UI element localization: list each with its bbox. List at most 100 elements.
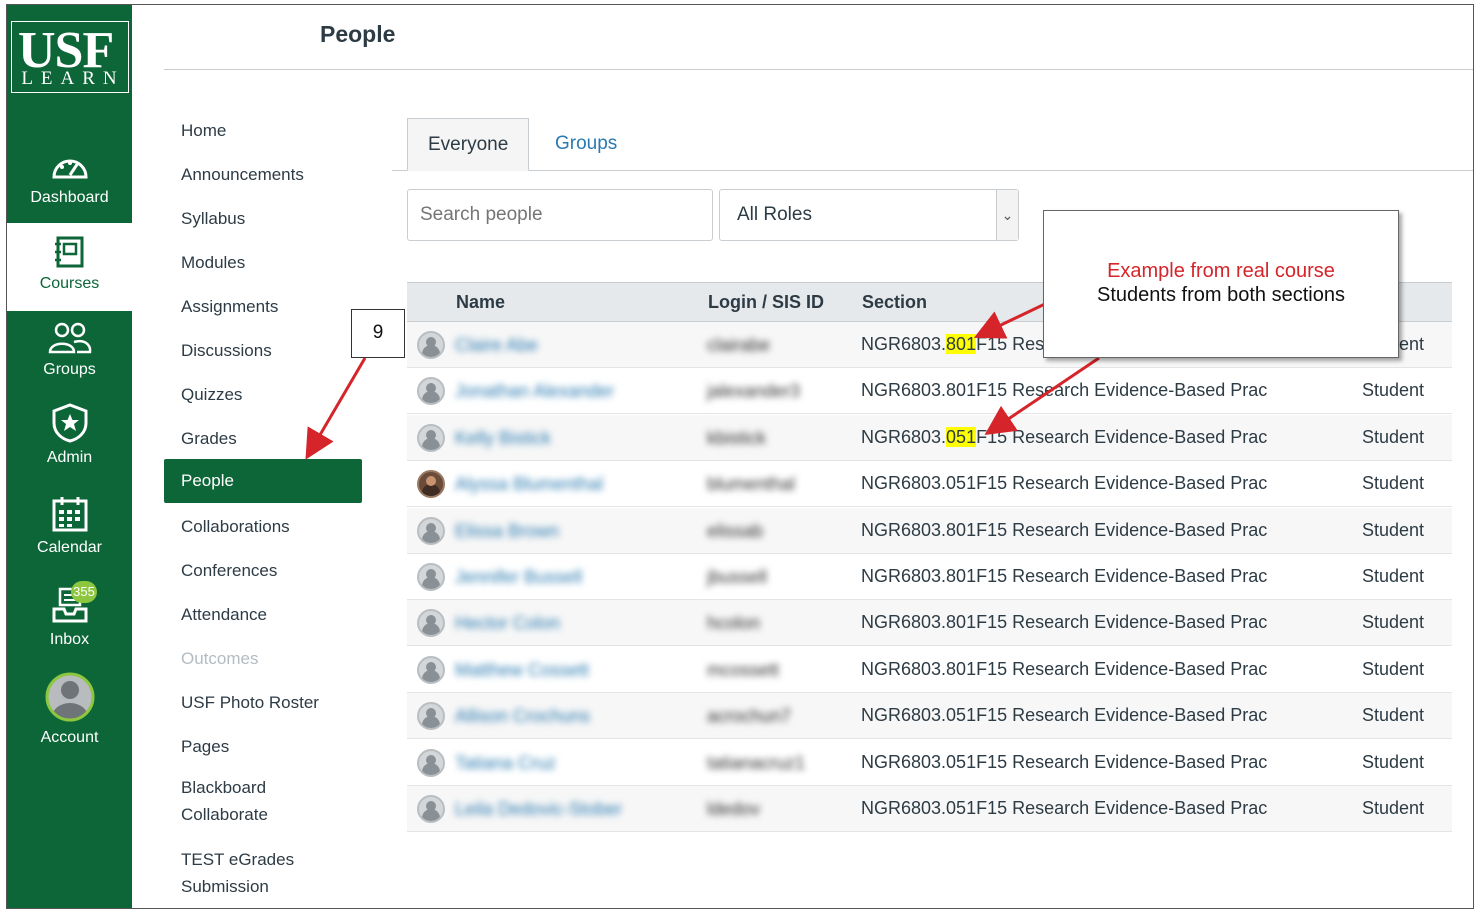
course-nav-home[interactable]: Home — [164, 109, 362, 153]
page-title: People — [320, 21, 396, 47]
role-cell: Student — [1362, 380, 1425, 401]
global-nav-calendar-label: Calendar — [37, 539, 102, 556]
avatar[interactable] — [417, 609, 445, 638]
avatar[interactable] — [417, 795, 445, 823]
student-name-link[interactable]: Leila Dedovic-Stober — [455, 799, 622, 819]
student-name-link[interactable]: Matthew Cossett — [455, 660, 589, 680]
global-nav-account-label: Account — [40, 729, 99, 746]
login-id: jbussell — [707, 567, 768, 587]
section-code: 051 — [946, 751, 977, 772]
course-nav-attendance[interactable]: Attendance — [164, 593, 362, 637]
column-header-name[interactable]: Name — [456, 292, 505, 313]
table-row[interactable]: Matthew Cossett mcossett NGR6803.801F15 Re… — [407, 647, 1452, 693]
student-name-link[interactable]: Claire Abe — [455, 335, 538, 355]
course-nav-submission-label: Submission — [181, 877, 269, 896]
roles-select[interactable]: All Roles ⌄ — [719, 189, 1019, 241]
section-cell: NGR6803.801F15 Research Evidence-Based P… — [861, 612, 1267, 633]
section-prefix: NGR6803. — [861, 798, 947, 818]
table-row[interactable]: Allison Crochuns acrochun7 NGR6803.051F15 … — [407, 693, 1452, 740]
avatar[interactable] — [417, 748, 445, 777]
course-nav-announcements[interactable]: Announcements — [164, 153, 362, 197]
table-row[interactable]: Kelly Bistick kbistick NGR6803.051F15 Rese… — [407, 414, 1452, 461]
role-cell: Student — [1362, 751, 1425, 772]
student-name-link[interactable]: Jonathan Alexander — [455, 381, 614, 401]
section-suffix: F15 Research Evidence-Based Prac — [976, 751, 1268, 772]
course-nav-modules[interactable]: Modules — [164, 241, 362, 285]
global-nav-courses[interactable]: Courses — [7, 223, 132, 311]
course-nav-blackboard-collaborate[interactable]: Blackboard Collaborate — [164, 771, 362, 831]
account-icon — [45, 672, 94, 722]
column-header-section[interactable]: Section — [862, 292, 927, 313]
usf-learn-logo[interactable]: USF LEARN — [11, 21, 129, 93]
screenshot-frame: USF LEARN Dashboard Courses Groups Admin… — [6, 4, 1474, 909]
callout-title: Example from real course — [1107, 260, 1335, 282]
role-cell: Student — [1362, 426, 1425, 447]
avatar[interactable] — [417, 516, 445, 545]
table-row[interactable]: Alyssa Blumenthal blumenthal NGR6803.051F1… — [407, 461, 1452, 508]
section-cell: NGR6803.051F15 Research Evidence-Based P… — [861, 426, 1268, 448]
student-name-link[interactable]: Hector Colon — [455, 613, 560, 633]
student-name-link[interactable]: Jennifer Bussell — [455, 567, 582, 587]
section-cell: NGR6803.051F15 Research Evidence-Based P… — [861, 705, 1267, 726]
section-suffix: F15 Research Evidence-Based Prac — [976, 426, 1268, 447]
avatar[interactable] — [417, 377, 445, 406]
student-name-link[interactable]: Elissa Brown — [455, 521, 559, 541]
avatar[interactable] — [417, 423, 445, 452]
course-nav-quizzes[interactable]: Quizzes — [164, 373, 362, 417]
table-row[interactable]: Hector Colon hcolon NGR6803.801F15 Researc… — [407, 600, 1452, 647]
course-nav-grades[interactable]: Grades — [164, 417, 362, 461]
table-row[interactable]: Jennifer Bussell jbussell NGR6803.801F15 R… — [407, 554, 1452, 600]
avatar[interactable] — [417, 331, 445, 359]
section-cell: NGR6803.801F15 Research Evidence-Based P… — [861, 659, 1267, 680]
avatar[interactable] — [417, 655, 445, 684]
section-cell: NGR6803.801F15 Research Evidence-Based P… — [861, 566, 1267, 587]
section-code: 051 — [946, 705, 977, 726]
table-row[interactable]: Leila Dedovic-Stober ldedov NGR6803.051F15… — [407, 786, 1452, 832]
column-header-login[interactable]: Login / SIS ID — [708, 292, 824, 313]
course-nav-discussions[interactable]: Discussions — [164, 329, 362, 373]
avatar[interactable] — [417, 470, 445, 499]
course-nav-pages[interactable]: Pages — [164, 725, 362, 769]
student-name-link[interactable]: Kelly Bistick — [455, 428, 551, 448]
section-code: 801 — [946, 612, 977, 633]
role-cell: Student — [1362, 519, 1425, 540]
course-nav-test-egrades-label: TEST eGrades — [181, 850, 295, 869]
section-code: 051 — [946, 426, 977, 447]
course-nav-test-egrades-submission[interactable]: TEST eGrades Submission — [164, 843, 362, 903]
course-nav-people[interactable]: People — [164, 459, 362, 503]
global-nav-account[interactable]: Account — [7, 671, 132, 761]
avatar[interactable] — [417, 563, 445, 591]
section-prefix: NGR6803. — [861, 334, 947, 354]
student-name-link[interactable]: Tatiana Cruz — [455, 753, 556, 773]
section-cell: NGR6803.051F15 Research Evidence-Based P… — [861, 752, 1267, 773]
role-cell: Student — [1362, 798, 1425, 818]
avatar[interactable] — [417, 702, 445, 731]
table-row[interactable]: Jonathan Alexander jalexander3 NGR6803.801… — [407, 368, 1452, 415]
course-nav-collaborations[interactable]: Collaborations — [164, 505, 362, 549]
global-nav: USF LEARN Dashboard Courses Groups Admin… — [7, 5, 132, 908]
section-prefix: NGR6803. — [861, 658, 947, 679]
global-nav-calendar[interactable]: Calendar — [7, 493, 132, 575]
student-name-link[interactable]: Allison Crochuns — [455, 706, 590, 726]
table-row[interactable]: Tatiana Cruz tatianacruz1 NGR6803.051F15 R… — [407, 740, 1452, 786]
login-id: blumenthal — [707, 474, 796, 495]
search-people-input[interactable] — [407, 189, 713, 241]
tab-everyone[interactable]: Everyone — [407, 118, 530, 171]
global-nav-groups[interactable]: Groups — [7, 317, 132, 399]
course-nav-syllabus[interactable]: Syllabus — [164, 197, 362, 241]
course-nav-assignments[interactable]: Assignments — [164, 285, 362, 329]
section-suffix: F15 Research Evidence-Based Prac — [976, 658, 1268, 679]
global-nav-inbox[interactable]: 355 Inbox — [7, 581, 132, 663]
chevron-down-icon[interactable]: ⌄ — [996, 190, 1018, 240]
student-name-link[interactable]: Alyssa Blumenthal — [455, 474, 603, 494]
section-prefix: NGR6803. — [861, 426, 947, 447]
section-prefix: NGR6803. — [861, 380, 947, 401]
global-nav-dashboard[interactable]: Dashboard — [7, 141, 132, 223]
course-nav-usf-photo-roster[interactable]: USF Photo Roster — [164, 681, 362, 725]
tab-groups[interactable]: Groups — [535, 118, 637, 171]
section-cell: NGR6803.051F15 Research Evidence-Based P… — [861, 798, 1267, 819]
course-nav-conferences[interactable]: Conferences — [164, 549, 362, 593]
login-id: ldedov — [707, 799, 761, 819]
table-row[interactable]: Elissa Brown elissab NGR6803.801F15 Resear… — [407, 507, 1452, 554]
global-nav-admin[interactable]: Admin — [7, 401, 132, 483]
